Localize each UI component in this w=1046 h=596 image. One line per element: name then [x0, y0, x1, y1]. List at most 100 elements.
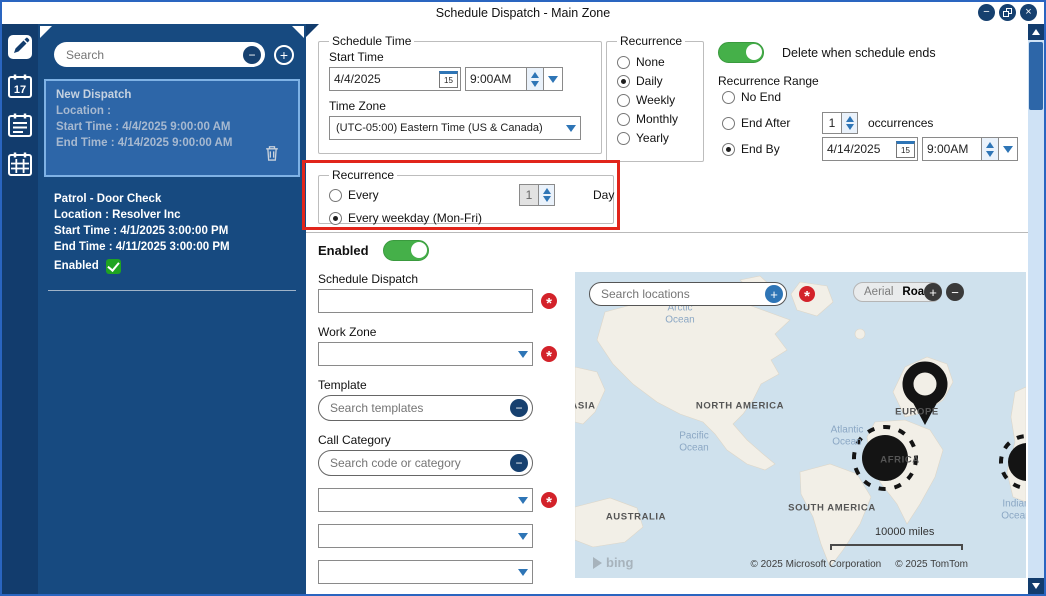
- minus-icon: −: [248, 47, 256, 62]
- dispatch-list-item-selected[interactable]: New Dispatch Location : Start Time : 4/4…: [44, 79, 300, 177]
- spin-up-icon[interactable]: [845, 116, 854, 122]
- end-by-time-input[interactable]: [923, 142, 981, 156]
- spin-up-icon[interactable]: [542, 188, 551, 194]
- recurrence-pattern-legend: Recurrence: [332, 168, 395, 182]
- trash-icon: [266, 145, 278, 161]
- schedule-dispatch-input[interactable]: [319, 294, 532, 308]
- delete-when-ends-toggle[interactable]: [718, 42, 764, 63]
- call-category-search-field[interactable]: −: [318, 450, 533, 476]
- every-interval-stepper[interactable]: 1: [519, 184, 555, 206]
- map-zoom-in-button[interactable]: +: [924, 283, 942, 301]
- range-option-end-after[interactable]: End After: [722, 116, 822, 130]
- edit-dispatch-icon[interactable]: [7, 34, 33, 60]
- pattern-option-weekday[interactable]: Every weekday (Mon-Fri): [329, 211, 603, 225]
- spin-down-icon[interactable]: [531, 80, 539, 87]
- radio-label: Yearly: [636, 131, 669, 145]
- priority-select[interactable]: [318, 488, 533, 512]
- start-time-field[interactable]: [465, 67, 527, 91]
- map-label-europe: EUROPE: [895, 406, 939, 418]
- required-icon: *: [541, 346, 557, 364]
- add-location-button[interactable]: +: [765, 285, 783, 303]
- occurrences-stepper[interactable]: 1: [822, 112, 858, 134]
- dispatch-list-item[interactable]: Patrol - Door Check Location : Resolver …: [44, 185, 300, 280]
- scroll-down-button[interactable]: [1028, 578, 1044, 594]
- end-by-date-input[interactable]: [823, 142, 896, 156]
- recurrence-type-legend: Recurrence: [620, 34, 683, 48]
- schedule-time-legend: Schedule Time: [332, 34, 412, 48]
- scrollbar-thumb[interactable]: [1029, 42, 1043, 110]
- end-by-time-spinner[interactable]: [982, 137, 999, 161]
- end-by-time-field[interactable]: [922, 137, 982, 161]
- call-category-collapse-button[interactable]: −: [510, 454, 528, 472]
- dispatch-search-input[interactable]: [66, 47, 243, 62]
- schedule-dispatch-field[interactable]: [318, 289, 533, 313]
- spin-up-icon[interactable]: [986, 141, 994, 148]
- every-interval-value: 1: [520, 185, 538, 205]
- section-divider: [306, 232, 1028, 233]
- work-zone-select[interactable]: [318, 342, 533, 366]
- radio-label: Weekly: [636, 93, 676, 107]
- scroll-up-button[interactable]: [1028, 24, 1044, 40]
- dropdown-select[interactable]: [318, 524, 533, 548]
- dispatch-search-field[interactable]: −: [54, 42, 265, 67]
- template-search-field[interactable]: −: [318, 395, 533, 421]
- delete-dispatch-button[interactable]: [262, 142, 282, 169]
- radio-label: No End: [741, 90, 782, 104]
- end-by-date-field[interactable]: 15: [822, 137, 918, 161]
- radio-label: Monthly: [636, 112, 679, 126]
- spin-up-icon[interactable]: [531, 71, 539, 78]
- calendar-picker-icon[interactable]: 15: [896, 140, 915, 158]
- start-date-field[interactable]: 15: [329, 67, 461, 91]
- enabled-toggle[interactable]: [382, 240, 429, 261]
- spin-down-icon[interactable]: [845, 124, 854, 130]
- recurrence-option-none[interactable]: None: [617, 55, 693, 69]
- end-by-time-dropdown-button[interactable]: [999, 137, 1018, 161]
- range-option-end-by[interactable]: End By: [722, 142, 822, 156]
- start-time-input[interactable]: [466, 72, 526, 86]
- start-date-input[interactable]: [330, 72, 439, 86]
- calendar-day-view-icon[interactable]: 17: [7, 73, 33, 99]
- search-collapse-button[interactable]: −: [243, 45, 261, 64]
- schedule-dispatch-window: Schedule Dispatch - Main Zone − × 17 Sea…: [0, 0, 1046, 596]
- template-collapse-button[interactable]: −: [510, 399, 528, 417]
- call-category-search-input[interactable]: [330, 456, 510, 470]
- dispatch-item-title: New Dispatch: [56, 89, 132, 101]
- panel-collapse-handle-left-icon[interactable]: [40, 26, 52, 38]
- map-search-field[interactable]: +: [589, 282, 787, 306]
- enabled-checkbox[interactable]: [105, 258, 121, 274]
- restore-button[interactable]: [999, 4, 1016, 21]
- pattern-option-every[interactable]: Every: [329, 188, 379, 202]
- recurrence-option-daily[interactable]: Daily: [617, 74, 693, 88]
- add-dispatch-button[interactable]: +: [274, 44, 294, 65]
- minimize-button[interactable]: −: [978, 4, 995, 21]
- calendar-agenda-view-icon[interactable]: [7, 112, 33, 138]
- map-view-aerial-button[interactable]: Aerial: [864, 286, 893, 298]
- map-search-input[interactable]: [601, 287, 765, 301]
- calendar-month-view-icon[interactable]: [7, 151, 33, 177]
- copyright-tomtom: © 2025 TomTom: [895, 559, 968, 570]
- dispatch-item-end: End Time : 4/11/2025 3:00:00 PM: [54, 241, 230, 254]
- range-option-no-end[interactable]: No End: [722, 90, 781, 104]
- calendar-picker-icon[interactable]: 15: [439, 70, 458, 88]
- template-search-input[interactable]: [330, 401, 510, 415]
- close-button[interactable]: ×: [1020, 4, 1037, 21]
- location-map[interactable]: Arctic Ocean ASIA NORTH AMERICA Pacific …: [575, 272, 1026, 578]
- time-zone-value: (UTC-05:00) Eastern Time (US & Canada): [336, 122, 543, 134]
- main-scrollbar[interactable]: [1028, 24, 1044, 594]
- spin-down-icon[interactable]: [542, 196, 551, 202]
- chevron-down-icon: [548, 75, 558, 83]
- recurrence-option-monthly[interactable]: Monthly: [617, 112, 693, 126]
- map-label-indian-ocean: Indian Ocean: [1001, 498, 1026, 522]
- map-zoom-out-button[interactable]: −: [946, 283, 964, 301]
- time-zone-select[interactable]: (UTC-05:00) Eastern Time (US & Canada): [329, 116, 581, 140]
- start-time-spinner[interactable]: [527, 67, 544, 91]
- panel-collapse-handle-right-icon[interactable]: [292, 26, 304, 38]
- recurrence-option-yearly[interactable]: Yearly: [617, 131, 693, 145]
- required-icon: *: [541, 293, 557, 311]
- start-time-dropdown-button[interactable]: [544, 67, 563, 91]
- occurrences-label: occurrences: [868, 116, 934, 130]
- dropdown-select[interactable]: [318, 560, 533, 584]
- required-icon: *: [541, 492, 557, 510]
- spin-down-icon[interactable]: [986, 150, 994, 157]
- recurrence-option-weekly[interactable]: Weekly: [617, 93, 693, 107]
